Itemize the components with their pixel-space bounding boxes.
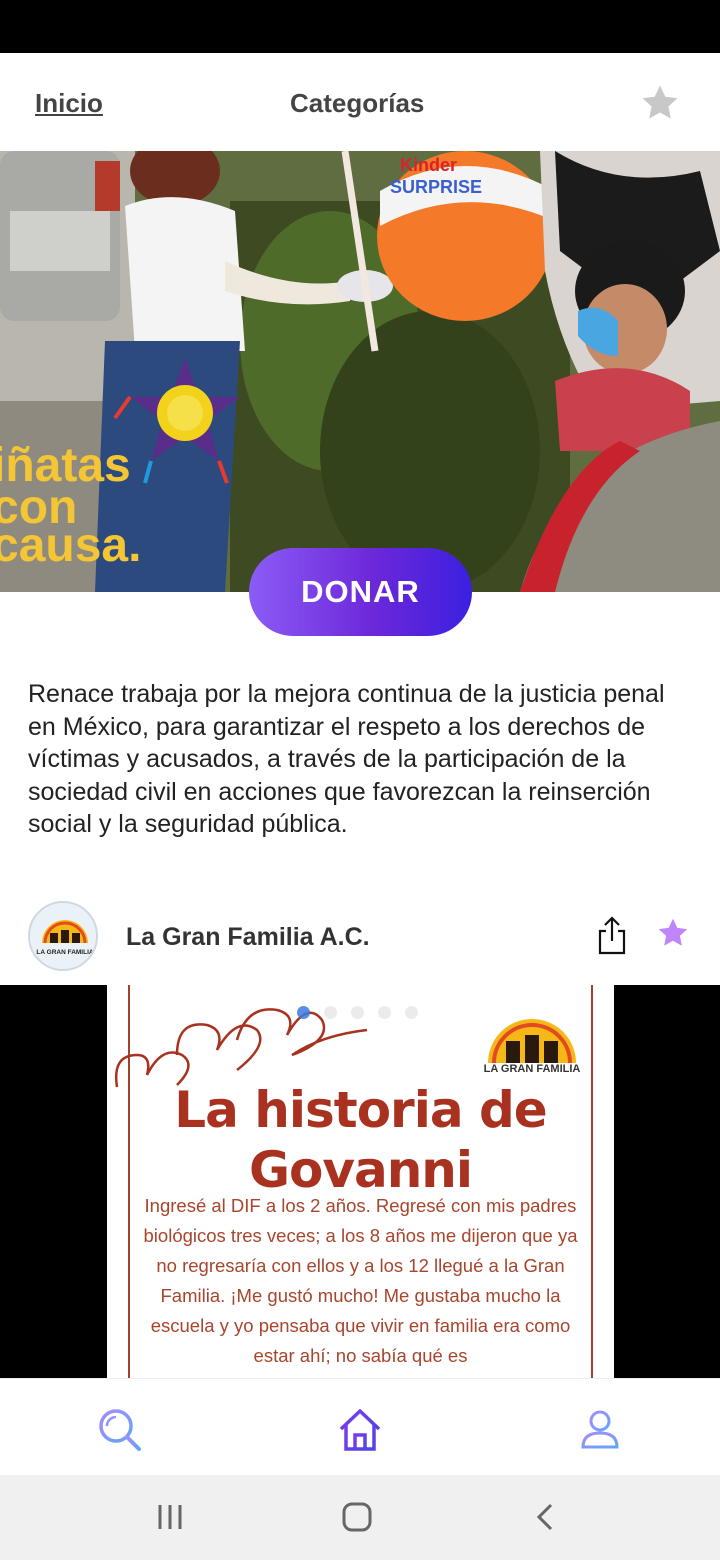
organization-header: LA GRAN FAMILIA La Gran Familia A.C.: [0, 895, 720, 985]
profile-icon[interactable]: [577, 1407, 623, 1453]
nav-categories-link[interactable]: Categorías: [290, 88, 424, 119]
nav-home-link[interactable]: Inicio: [35, 88, 103, 119]
carousel-dot[interactable]: [405, 1006, 418, 1019]
post-image-card: LA GRAN FAMILIA La historia de Govanni I…: [107, 985, 614, 1378]
post-carousel[interactable]: LA GRAN FAMILIA La historia de Govanni I…: [0, 985, 720, 1378]
post-body-text: Ingresé al DIF a los 2 años. Regresé con…: [143, 1195, 578, 1366]
pinata-brand-1: Kinder: [400, 155, 457, 175]
system-navigation-bar: [0, 1475, 720, 1560]
carousel-dot[interactable]: [297, 1006, 310, 1019]
status-bar: [0, 0, 720, 53]
carousel-dot[interactable]: [324, 1006, 337, 1019]
post-title-line-1: La historia de: [174, 1081, 547, 1139]
carousel-dot[interactable]: [351, 1006, 364, 1019]
share-icon[interactable]: [597, 915, 627, 955]
hero-image: Kinder SURPRISE iñatas con causa.: [0, 151, 720, 592]
pinata-brand-2: SURPRISE: [390, 177, 482, 197]
donate-button[interactable]: DONAR: [249, 548, 472, 636]
star-icon[interactable]: [638, 81, 682, 125]
bottom-navigation: [0, 1378, 720, 1475]
organization-avatar[interactable]: LA GRAN FAMILIA: [28, 901, 98, 971]
carousel-indicator: [297, 1006, 418, 1020]
post-logo-text: LA GRAN FAMILIA: [483, 1063, 581, 1075]
recent-apps-icon[interactable]: [155, 1501, 187, 1533]
post-logo: LA GRAN FAMILIA: [482, 1011, 582, 1077]
organization-mission-text: Renace trabaja por la mejora continua de…: [28, 680, 665, 838]
back-icon[interactable]: [530, 1501, 562, 1533]
top-nav: Inicio Categorías: [0, 53, 720, 151]
home-icon[interactable]: [337, 1407, 383, 1453]
avatar-text: LA GRAN FAMILIA: [36, 949, 93, 956]
home-button-icon[interactable]: [341, 1501, 373, 1533]
star-icon[interactable]: [655, 915, 691, 951]
organization-name[interactable]: La Gran Familia A.C.: [126, 923, 370, 952]
carousel-dot[interactable]: [378, 1006, 391, 1019]
search-icon[interactable]: [97, 1407, 143, 1453]
hero-overlay-line-3: causa.: [0, 519, 141, 572]
